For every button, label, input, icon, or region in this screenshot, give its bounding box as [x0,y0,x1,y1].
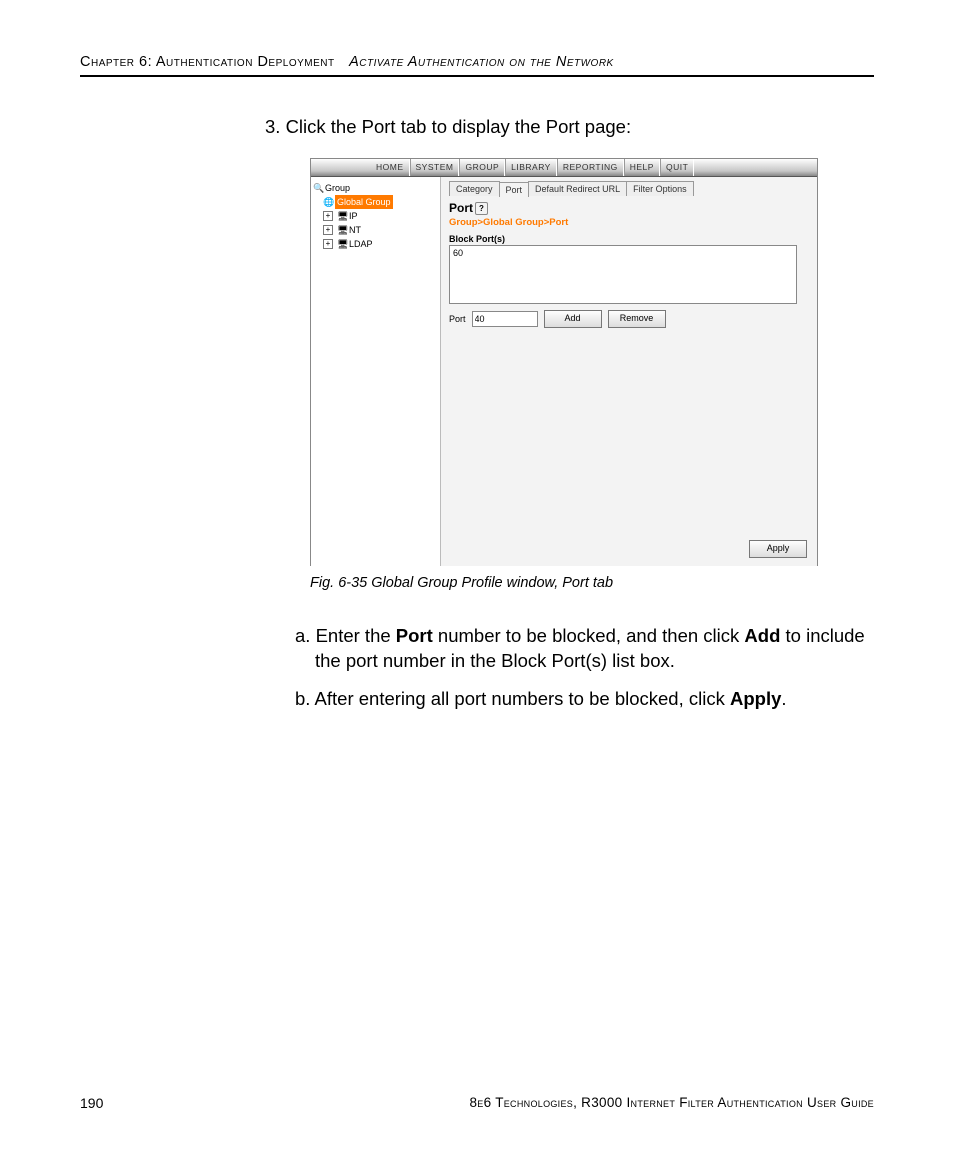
breadcrumb: Group>Global Group>Port [449,217,809,230]
screenshot-window: HOME SYSTEM GROUP LIBRARY REPORTING HELP… [310,158,818,566]
menu-quit[interactable]: QUIT [660,159,694,176]
tree-item-label: LDAP [349,237,373,251]
menu-group[interactable]: GROUP [459,159,505,176]
menu-reporting[interactable]: REPORTING [557,159,624,176]
add-button[interactable]: Add [544,310,602,328]
figure-caption: Fig. 6-35 Global Group Profile window, P… [310,574,874,594]
menubar: HOME SYSTEM GROUP LIBRARY REPORTING HELP… [311,159,817,177]
tree-item-label: IP [349,209,358,223]
chapter-label: Chapter 6: Authentication Deployment [80,54,335,70]
page-footer: 190 8e6 Technologies, R3000 Internet Fil… [80,1095,874,1111]
menu-library[interactable]: LIBRARY [505,159,557,176]
panel-title-text: Port [449,201,473,215]
menu-help[interactable]: HELP [624,159,660,176]
bold-add: Add [744,625,780,646]
expand-icon[interactable]: + [323,211,333,221]
remove-button[interactable]: Remove [608,310,666,328]
tab-port[interactable]: Port [499,182,530,197]
port-input[interactable] [472,311,538,327]
tree-item-global-group[interactable]: 🌐 Global Group [323,195,438,209]
panel-title: Port? [449,200,809,216]
group-icon: 🔍 [313,181,323,195]
text: number to be blocked, and then click [433,625,745,646]
apply-button[interactable]: Apply [749,540,807,558]
tree-item-label: Global Group [335,195,393,209]
tab-strip: Category Port Default Redirect URL Filte… [449,181,809,196]
tree-item-label: NT [349,223,361,237]
step-3-text: 3. Click the Port tab to display the Por… [265,115,874,140]
tree-item-ldap[interactable]: + 🖥 LDAP [323,237,438,251]
section-label: Activate Authentication on the Network [349,54,614,70]
tree-root-label: Group [325,181,350,195]
block-ports-label: Block Port(s) [449,233,809,245]
folder-icon: 🖥 [337,237,347,251]
tree-panel: 🔍 Group 🌐 Global Group + 🖥 IP + 🖥 [311,177,441,566]
tree-item-nt[interactable]: + 🖥 NT [323,223,438,237]
page-header: Chapter 6: Authentication Deployment Act… [80,54,874,77]
tree-root[interactable]: 🔍 Group [313,181,438,195]
tab-default-redirect[interactable]: Default Redirect URL [528,181,627,196]
list-item: 60 [453,248,463,258]
page-number: 190 [80,1095,103,1111]
globe-icon: 🌐 [323,195,333,209]
tree-item-ip[interactable]: + 🖥 IP [323,209,438,223]
bold-port: Port [396,625,433,646]
main-panel: Category Port Default Redirect URL Filte… [441,177,817,566]
substep-b: b. After entering all port numbers to be… [315,687,874,712]
expand-icon[interactable]: + [323,225,333,235]
folder-icon: 🖥 [337,223,347,237]
block-ports-listbox[interactable]: 60 [449,245,797,304]
text: a. Enter the [295,625,396,646]
folder-icon: 🖥 [337,209,347,223]
help-icon[interactable]: ? [475,202,488,215]
text: b. After entering all port numbers to be… [295,688,730,709]
port-label: Port [449,313,466,325]
footer-right: 8e6 Technologies, R3000 Internet Filter … [469,1095,874,1111]
menu-system[interactable]: SYSTEM [410,159,460,176]
bold-apply: Apply [730,688,781,709]
expand-icon[interactable]: + [323,239,333,249]
text: . [781,688,786,709]
menu-home[interactable]: HOME [371,159,410,176]
substep-a: a. Enter the Port number to be blocked, … [315,624,874,674]
tab-filter-options[interactable]: Filter Options [626,181,694,196]
tab-category[interactable]: Category [449,181,500,196]
